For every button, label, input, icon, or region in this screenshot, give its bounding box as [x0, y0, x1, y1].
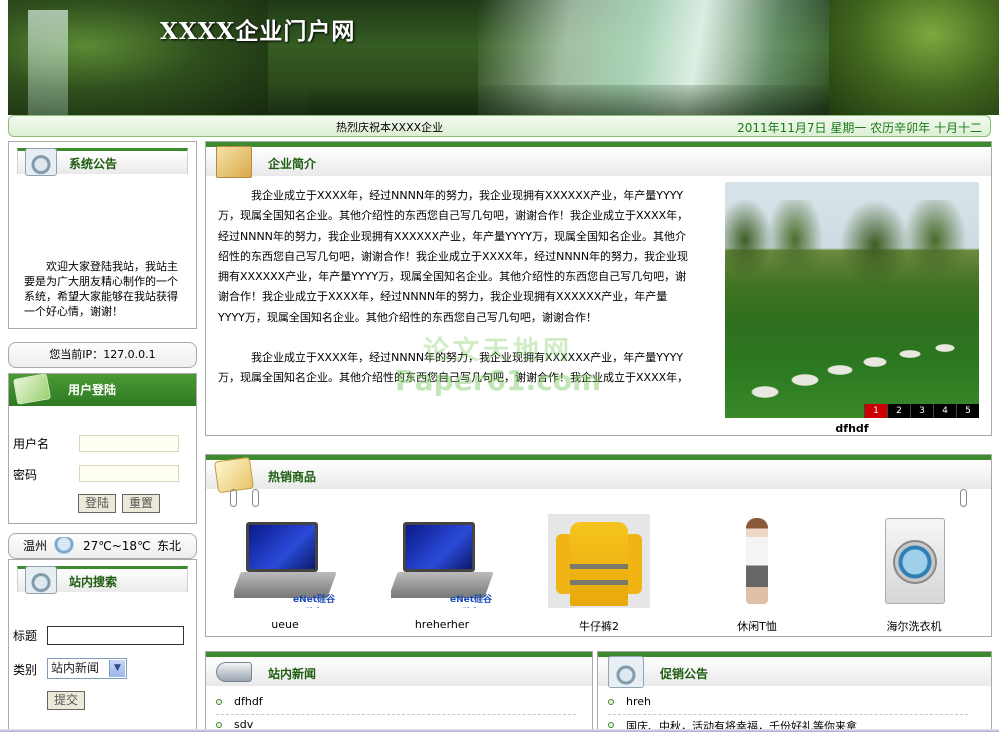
- intro-text: 我企业成立于XXXX年，经过NNNN年的努力，我企业现拥有XXXXXX产业，年产…: [218, 186, 692, 409]
- chevron-down-icon[interactable]: ▼: [109, 660, 125, 677]
- iron-icon: [216, 662, 252, 682]
- paperclip-icon: [230, 489, 237, 507]
- list-item[interactable]: hreh: [608, 695, 968, 715]
- goods-label[interactable]: 海尔洗衣机: [849, 618, 979, 634]
- goods-title: 热销商品: [268, 470, 317, 484]
- list-item[interactable]: dfhdf: [216, 695, 576, 715]
- search-submit-button[interactable]: 提交: [47, 691, 85, 710]
- paperclip-icon: [252, 489, 259, 507]
- pager-page-5[interactable]: 5: [956, 404, 979, 418]
- laptop-image[interactable]: eNet硅谷动力: [234, 514, 336, 608]
- washer-icon: [25, 148, 57, 176]
- goods-label[interactable]: hreherher: [377, 618, 507, 631]
- date-display: 2011年11月7日 星期一 农历辛卯年 十月十二: [737, 121, 982, 135]
- goods-item[interactable]: eNet硅谷动力 ueue: [220, 514, 350, 631]
- goods-header: 热销商品: [206, 455, 991, 495]
- notice-header: 系统公告: [9, 142, 196, 180]
- goods-item[interactable]: 牛仔裤2: [534, 514, 664, 634]
- header-banner: XXXX企业门户网: [8, 0, 999, 115]
- brand-tag: eNet硅谷动力: [292, 595, 336, 605]
- search-category-label: 类别: [13, 663, 38, 677]
- goods-label[interactable]: 牛仔裤2: [534, 618, 664, 634]
- banner-small-waterfall: [28, 10, 68, 115]
- search-box: 站内搜索 标题 类别 站内新闻 ▼ 提交: [8, 559, 197, 732]
- hot-goods-panel: 热销商品 eNet硅谷动力 ueue eNet硅谷动力 hreherher 牛仔…: [205, 454, 992, 637]
- category-selected: 站内新闻: [51, 661, 100, 675]
- search-title-input[interactable]: [47, 626, 184, 645]
- bullet-icon: [216, 722, 222, 728]
- info-bar: 热烈庆祝本XXXX企业 2011年11月7日 星期一 农历辛卯年 十月十二: [8, 115, 991, 137]
- washer-icon: [25, 566, 57, 594]
- photo-icon: [13, 373, 51, 405]
- site-news-panel: 站内新闻 dfhdf sdv: [205, 651, 593, 732]
- washer-icon: [608, 656, 644, 688]
- pager-page-1[interactable]: 1: [864, 404, 887, 418]
- weather-temp: 27℃~18℃: [83, 539, 151, 553]
- login-title: 用户登陆: [68, 383, 117, 397]
- notice-title: 系统公告: [69, 157, 118, 171]
- username-label: 用户名: [13, 437, 50, 451]
- goods-item[interactable]: 海尔洗衣机: [849, 514, 979, 634]
- password-input[interactable]: [79, 465, 179, 482]
- weather-bar: 温州 27℃~18℃ 东北: [8, 533, 197, 559]
- search-title-label: 标题: [13, 629, 38, 643]
- search-header: 站内搜索: [9, 560, 196, 598]
- goods-item[interactable]: eNet硅谷动力 hreherher: [377, 514, 507, 631]
- password-label: 密码: [13, 468, 38, 482]
- login-button[interactable]: 登陆: [78, 494, 116, 513]
- bullet-icon: [608, 699, 614, 705]
- ip-display: 您当前IP：127.0.0.1: [8, 342, 197, 368]
- search-title: 站内搜索: [69, 575, 118, 589]
- goods-label[interactable]: ueue: [220, 618, 350, 631]
- news-header: 站内新闻: [206, 652, 592, 692]
- promo-header: 促销公告: [598, 652, 991, 692]
- intro-paragraph-2: 我企业成立于XXXX年，经过NNNN年的努力，我企业现拥有XXXXXX产业，年产…: [218, 351, 689, 385]
- washing-machine-image[interactable]: [863, 514, 965, 608]
- brand-tag: eNet硅谷动力: [449, 595, 493, 605]
- promo-title: 促销公告: [660, 667, 709, 681]
- goods-label[interactable]: 休闲T恤: [692, 618, 822, 634]
- notice-text: 欢迎大家登陆我站，我站主要是为广大朋友精心制作的一个系统，希望大家能够在我站获得…: [24, 260, 178, 318]
- pager-page-3[interactable]: 3: [910, 404, 933, 418]
- company-intro-panel: 企业简介 我企业成立于XXXX年，经过NNNN年的努力，我企业现拥有XXXXXX…: [205, 141, 992, 436]
- login-box: 用户登陆 用户名 密码 登陆 重置: [8, 373, 197, 524]
- intro-header: 企业简介: [206, 142, 991, 182]
- category-select[interactable]: 站内新闻 ▼: [47, 658, 127, 679]
- notice-box: 系统公告 欢迎大家登陆我站，我站主要是为广大朋友精心制作的一个系统，希望大家能够…: [8, 141, 197, 329]
- login-header: 用户登陆: [9, 373, 196, 406]
- goods-item[interactable]: 休闲T恤: [692, 514, 822, 634]
- cloud-rain-icon: [53, 537, 75, 555]
- site-title: XXXX企业门户网: [160, 18, 356, 45]
- intro-title: 企业简介: [268, 157, 317, 171]
- reset-button[interactable]: 重置: [122, 494, 160, 513]
- laptop-image[interactable]: eNet硅谷动力: [391, 514, 493, 608]
- banner-forest-right: [829, 0, 999, 115]
- park-photo[interactable]: 1 2 3 4 5: [725, 182, 979, 418]
- folder-icon: [216, 146, 252, 178]
- username-input[interactable]: [79, 435, 179, 452]
- bullet-icon: [608, 722, 614, 728]
- weather-wind: 东北: [157, 539, 182, 553]
- pager-page-2[interactable]: 2: [887, 404, 910, 418]
- weather-city: 温州: [23, 539, 48, 553]
- news-title: 站内新闻: [268, 667, 317, 681]
- photo-caption[interactable]: dfhdf: [725, 422, 979, 435]
- intro-paragraph-1: 我企业成立于XXXX年，经过NNNN年的努力，我企业现拥有XXXXXX产业，年产…: [218, 189, 689, 324]
- bullet-icon: [216, 699, 222, 705]
- promotion-panel: 促销公告 hreh 国庆、中秋，活动有将幸福，千份好礼等你来拿: [597, 651, 992, 732]
- welcome-marquee: 热烈庆祝本XXXX企业: [336, 121, 444, 134]
- tshirt-image[interactable]: [706, 514, 808, 608]
- pager-page-4[interactable]: 4: [933, 404, 956, 418]
- jacket-image[interactable]: [548, 514, 650, 608]
- photo-pager: 1 2 3 4 5: [864, 404, 979, 418]
- paperclip-icon: [960, 489, 967, 507]
- book-icon: [213, 456, 255, 494]
